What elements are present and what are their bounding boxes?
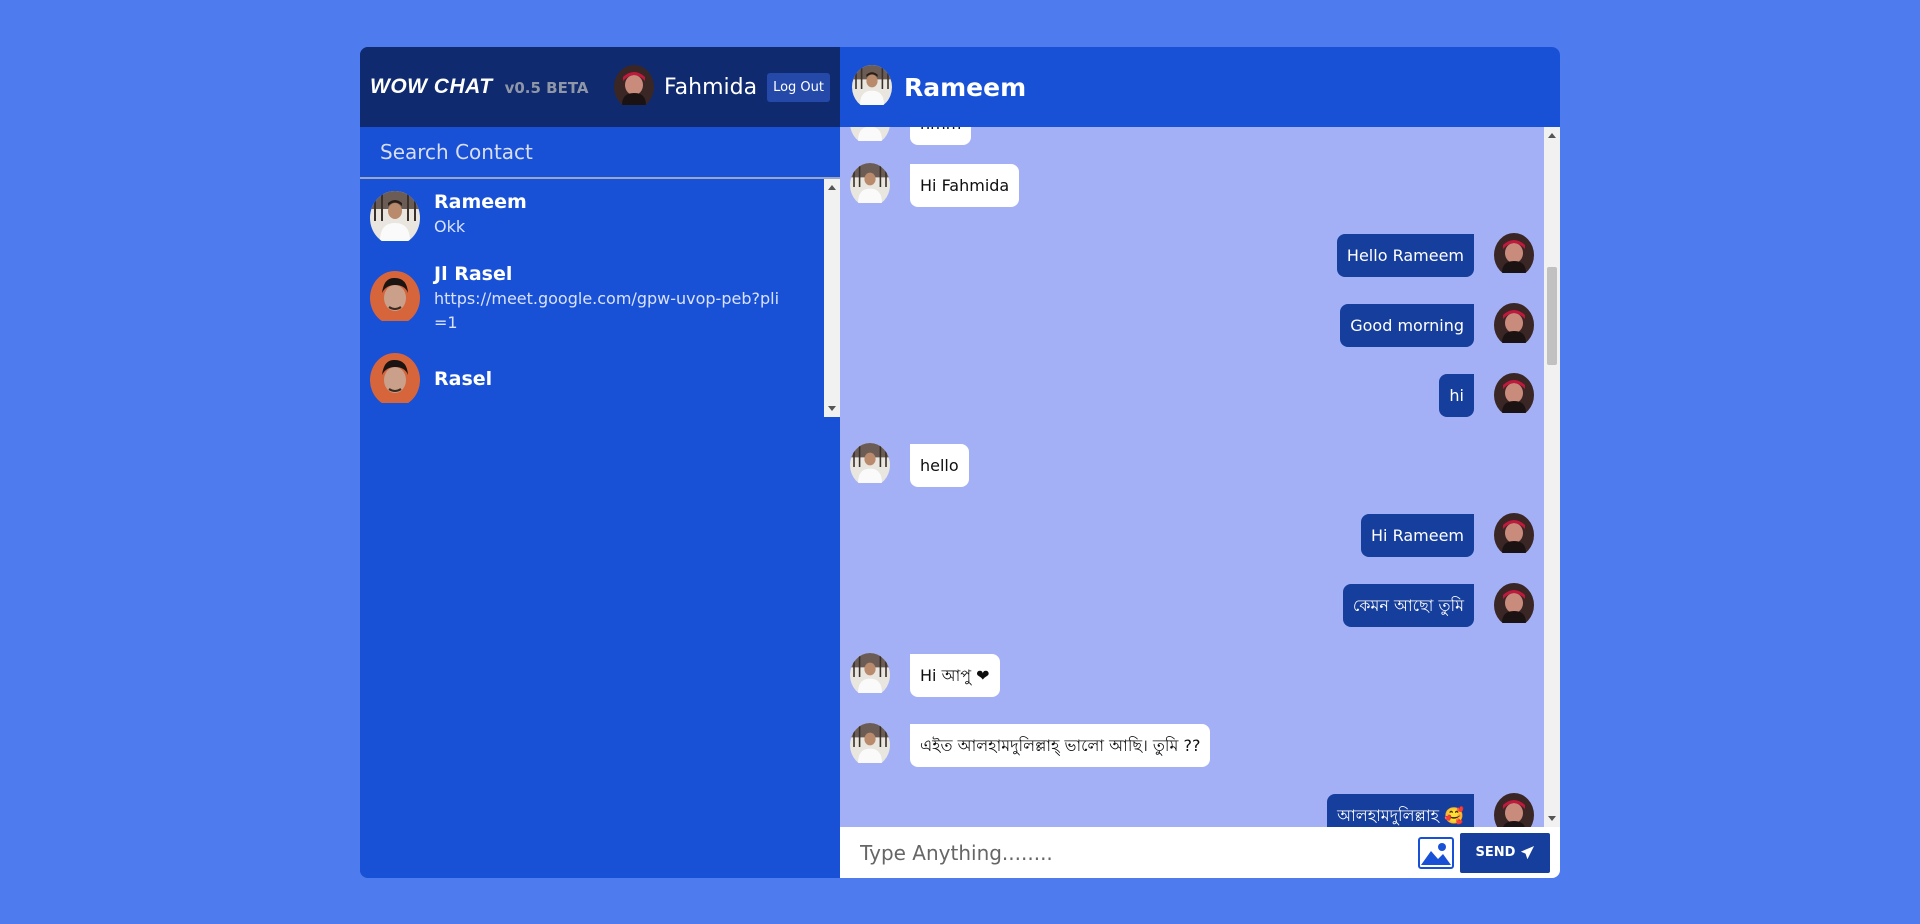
contact-item-jl-rasel[interactable]: Jl Rasel https://meet.google.com/gpw-uvo… [360,251,840,347]
contact-list-scrollbar[interactable] [824,179,840,417]
sender-avatar [850,127,890,145]
sender-avatar [850,723,890,767]
message-bubble: Good morning [1340,303,1474,347]
contact-avatar [370,353,420,407]
current-user: Fahmida Log Out [614,65,830,109]
contact-last-message: https://meet.google.com/gpw-uvop-peb?pli… [434,289,780,332]
sender-avatar [1494,793,1534,827]
scroll-down-arrow-icon[interactable] [828,406,836,411]
send-button[interactable]: SEND [1460,832,1550,873]
message-outgoing: কেমন আছো তুমি [1342,583,1534,627]
contact-avatar [370,271,420,325]
paper-plane-icon [1521,846,1535,859]
message-bubble: এইত আলহামদুলিল্লাহ্ ভালো আছি। তুমি ?? [910,723,1211,767]
contact-item-rameem[interactable]: Rameem Okk [360,179,840,251]
app-version: v0.5 BETA [504,79,589,97]
contact-name: Rameem [434,191,527,213]
sender-avatar [1494,513,1534,557]
scroll-down-arrow-icon[interactable] [1548,816,1556,821]
contact-avatar [370,191,420,245]
message-incoming: hello [850,443,969,487]
message-incoming: Hi Fahmida [850,163,1020,207]
message-outgoing: Good morning [1340,303,1534,347]
message-bubble: আলহামদুলিল্লাহ 🥰 [1327,793,1474,827]
search-contact [360,127,840,179]
message-outgoing: Hi Rameem [1361,513,1534,557]
contacts-panel: WOW CHAT v0.5 BETA Fahmida Log Out Searc… [360,47,840,878]
sender-avatar [1494,233,1534,277]
message-input[interactable] [860,840,1418,865]
app-brand: WOW CHAT [370,75,493,98]
message-bubble: Hi Fahmida [910,163,1020,207]
message-outgoing: আলহামদুলিল্লাহ 🥰 [1327,793,1534,827]
chat-header: Rameem [840,47,1560,127]
user-name: Fahmida [664,74,758,100]
chat-partner-avatar [852,65,892,109]
contact-name: Rasel [434,368,493,390]
send-label: SEND [1475,845,1516,860]
logout-button[interactable]: Log Out [767,72,830,102]
search-input[interactable] [380,140,820,164]
app-header: WOW CHAT v0.5 BETA Fahmida Log Out [360,47,840,127]
contact-last-message: Okk [434,217,466,236]
message-outgoing: Hello Rameem [1336,233,1534,277]
image-icon[interactable] [1418,836,1454,869]
message-composer: SEND [840,827,1560,878]
contact-name: Jl Rasel [434,263,513,285]
message-incoming: এইত আলহামদুলিল্লাহ্ ভালো আছি। তুমি ?? [850,723,1211,767]
sender-avatar [1494,373,1534,417]
chat-panel: Rameem hmm Hi Fahmida Hello Rameem [840,47,1560,878]
message-bubble: Hi আপু ❤ [910,653,1000,697]
sender-avatar [1494,303,1534,347]
message-list-scrollbar[interactable] [1544,127,1560,827]
scroll-up-arrow-icon[interactable] [1548,133,1556,138]
message-list: hmm Hi Fahmida Hello Rameem Good morning [840,127,1544,827]
message-bubble: hello [910,443,969,487]
message-bubble: hmm [910,127,972,145]
message-bubble: Hello Rameem [1336,233,1474,277]
scroll-up-arrow-icon[interactable] [828,185,836,190]
message-bubble: Hi Rameem [1361,513,1474,557]
chat-title: Rameem [904,72,1027,102]
message-outgoing: hi [1439,373,1534,417]
message-incoming: hmm [850,127,972,145]
scrollbar-thumb[interactable] [1547,267,1557,365]
sender-avatar [1494,583,1534,627]
sender-avatar [850,163,890,207]
sender-avatar [850,443,890,487]
contact-item-rasel[interactable]: Rasel [360,347,840,411]
user-avatar [614,65,655,109]
message-bubble: কেমন আছো তুমি [1342,583,1474,627]
message-incoming: Hi আপু ❤ [850,653,1000,697]
chat-app: WOW CHAT v0.5 BETA Fahmida Log Out Searc… [360,47,1560,878]
message-bubble: hi [1439,373,1474,417]
contact-list: Rameem Okk Jl Rasel https://meet.google.… [360,179,840,417]
sender-avatar [850,653,890,697]
